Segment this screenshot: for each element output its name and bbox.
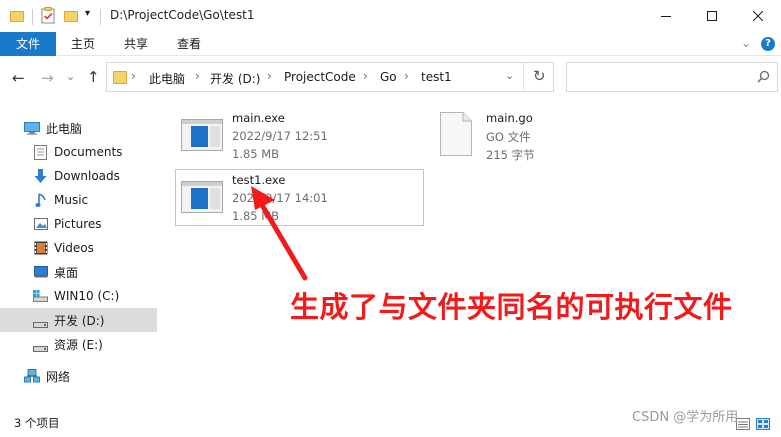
watermark: CSDN @学为所用 bbox=[632, 410, 739, 425]
annotation-text: 生成了与文件夹同名的可执行文件 bbox=[290, 290, 733, 324]
annotation-arrow bbox=[251, 186, 308, 281]
large-icons-view-icon[interactable] bbox=[756, 418, 770, 433]
item-count: 3 个项目 bbox=[14, 416, 60, 430]
